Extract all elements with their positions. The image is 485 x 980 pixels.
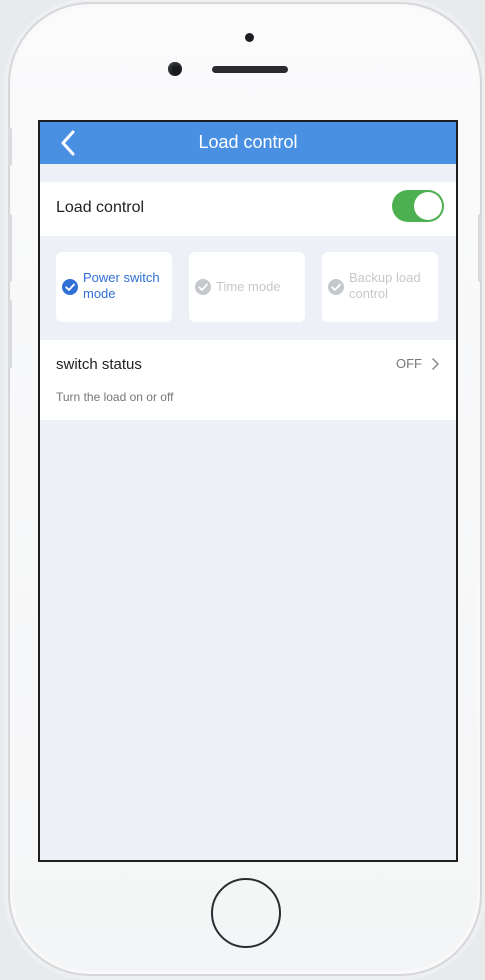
check-circle-icon (195, 279, 211, 295)
check-circle-icon (62, 279, 78, 295)
switch-status-title: switch status (56, 356, 142, 373)
app-screen: Load control Load control Power switch m… (38, 120, 458, 862)
power-button (478, 214, 482, 282)
load-control-label: Load control (56, 199, 145, 216)
proximity-sensor (245, 33, 254, 42)
page-title: Load control (198, 132, 298, 152)
volume-up-button (8, 214, 12, 282)
navigation-bar: Load control (40, 122, 456, 164)
chevron-right-icon (432, 358, 439, 370)
load-control-toggle[interactable] (392, 190, 444, 222)
mode-time[interactable]: Time mode (189, 252, 305, 322)
home-button[interactable] (211, 878, 281, 948)
load-control-row: Load control (40, 182, 456, 236)
earpiece-speaker (212, 66, 288, 73)
mode-power-switch[interactable]: Power switch mode (56, 252, 172, 322)
switch-status-value: OFF (396, 356, 422, 371)
check-circle-icon (328, 279, 344, 295)
mode-backup-load[interactable]: Backup load control (322, 252, 438, 322)
mode-label: Time mode (216, 279, 281, 294)
front-camera (168, 62, 182, 76)
toggle-knob (414, 192, 442, 220)
mode-label: Power switch mode (83, 270, 160, 301)
switch-status-description: Turn the load on or off (56, 390, 174, 404)
switch-status-row[interactable]: switch status OFF Turn the load on or of… (40, 340, 456, 420)
volume-down-button (8, 300, 12, 368)
mode-label: Backup load control (349, 270, 421, 301)
mode-selector: Power switch mode Time mode Backup load … (40, 236, 456, 340)
mute-switch (8, 128, 12, 166)
